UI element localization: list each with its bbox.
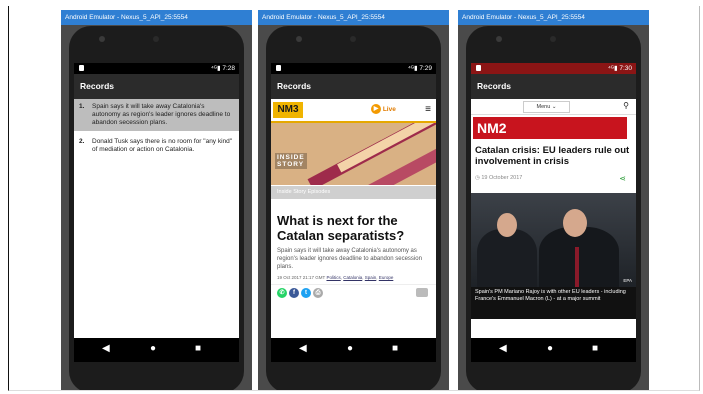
app-title: Records (271, 74, 436, 99)
speaker-icon (350, 36, 356, 42)
play-icon: ▶ (371, 104, 381, 115)
article-photo[interactable]: EPA (471, 193, 636, 287)
back-icon[interactable]: ◀ (102, 343, 110, 354)
status-time: 7:29 (419, 65, 432, 72)
tag-link[interactable]: Politics (326, 275, 340, 280)
record-number: 1. (79, 103, 85, 110)
emulator-window-1: Android Emulator - Nexus_5_API_25:5554 ⁴… (61, 10, 252, 390)
phone-screen: ⁴ᴳ▮ 7:28 Records 1. Spain says it will t… (74, 63, 239, 362)
record-item[interactable]: 2. Donald Tusk says there is no room for… (74, 134, 239, 158)
recents-icon[interactable]: ■ (392, 343, 398, 354)
emulator-window-3: Android Emulator - Nexus_5_API_25:5554 ⁴… (458, 10, 649, 390)
camera-icon (99, 36, 105, 42)
status-time: 7:28 (222, 65, 235, 72)
nm2-menu-bar: Menu ⌄ ⚲ (471, 99, 636, 115)
article-date-row: ◷ 19 October 2017 ⋖ (471, 167, 636, 183)
sd-card-icon (476, 65, 481, 71)
record-text: Donald Tusk says there is no room for "a… (92, 138, 233, 153)
phone-body: ⁴ᴳ▮ 7:29 Records NM3 ▶ Live ≡ INSIDE STOR… (266, 26, 441, 390)
nm3-logo[interactable]: NM3 (273, 102, 303, 118)
record-text: Spain says it will take away Catalonia's… (92, 103, 231, 126)
photo-caption: Spain's PM Mariano Rajoy is with other E… (471, 287, 636, 319)
phone-body: ⁴ᴳ▮ 7:28 Records 1. Spain says it will t… (69, 26, 244, 390)
inside-story-label: INSIDE STORY (275, 153, 307, 169)
android-nav-bar: ◀ ● ■ (271, 338, 436, 362)
status-bar: ⁴ᴳ▮ 7:30 (471, 63, 636, 74)
article-summary: Spain says it will take away Catalonia's… (277, 248, 422, 270)
phone-body: ⁴ᴳ▮ 7:30 Records Menu ⌄ ⚲ NM2 Catalan cr… (466, 26, 641, 390)
live-button[interactable]: ▶ Live (371, 104, 396, 115)
tag-link[interactable]: Spain (365, 275, 377, 280)
menu-button[interactable]: Menu ⌄ (523, 101, 570, 113)
speaker-icon (550, 36, 556, 42)
home-icon[interactable]: ● (150, 343, 156, 354)
record-number: 2. (79, 138, 85, 145)
camera-icon (496, 36, 502, 42)
sd-card-icon (79, 65, 84, 71)
photo-credit: EPA (623, 278, 632, 283)
episodes-label[interactable]: Inside Story Episodes (271, 186, 436, 199)
comment-icon[interactable] (416, 288, 428, 297)
status-bar: ⁴ᴳ▮ 7:28 (74, 63, 239, 74)
signal-battery-icon: ⁴ᴳ▮ (407, 65, 420, 72)
android-nav-bar: ◀ ● ■ (471, 338, 636, 362)
article-headline: Catalan crisis: EU leaders rule out invo… (475, 145, 630, 167)
whatsapp-icon[interactable]: ✆ (277, 288, 287, 298)
emulator-titlebar: Android Emulator - Nexus_5_API_25:5554 (61, 10, 252, 25)
emulator-titlebar: Android Emulator - Nexus_5_API_25:5554 (258, 10, 449, 25)
share-row: ✆ f t ⎙ (271, 284, 436, 301)
nm2-logo[interactable]: NM2 (473, 117, 627, 139)
app-title: Records (74, 74, 239, 99)
sd-card-icon (276, 65, 281, 71)
status-bar: ⁴ᴳ▮ 7:29 (271, 63, 436, 74)
phone-screen: ⁴ᴳ▮ 7:30 Records Menu ⌄ ⚲ NM2 Catalan cr… (471, 63, 636, 362)
tie (575, 247, 579, 287)
article-headline: What is next for the Catalan separatists… (277, 213, 405, 243)
back-icon[interactable]: ◀ (299, 343, 307, 354)
print-icon[interactable]: ⎙ (313, 288, 323, 298)
share-icon[interactable]: ⋖ (619, 174, 626, 183)
article-meta: 19 Oct 2017 21:17 GMT Politics, Cataloni… (277, 275, 394, 280)
home-icon[interactable]: ● (347, 343, 353, 354)
facebook-icon[interactable]: f (289, 288, 299, 298)
tag-link[interactable]: Europe (379, 275, 394, 280)
status-time: 7:30 (619, 65, 632, 72)
article-date: 19 October 2017 (481, 175, 523, 181)
article-date: 19 Oct 2017 21:17 GMT (277, 275, 326, 280)
signal-battery-icon: ⁴ᴳ▮ (607, 65, 620, 72)
android-nav-bar: ◀ ● ■ (74, 338, 239, 362)
app-title: Records (471, 74, 636, 99)
live-label: Live (382, 106, 396, 113)
recents-icon[interactable]: ■ (592, 343, 598, 354)
phone-screen: ⁴ᴳ▮ 7:29 Records NM3 ▶ Live ≡ INSIDE STOR… (271, 63, 436, 362)
tag-link[interactable]: Catalonia (343, 275, 362, 280)
record-item[interactable]: 1. Spain says it will take away Cataloni… (74, 99, 239, 131)
emulator-window-2: Android Emulator - Nexus_5_API_25:5554 ⁴… (258, 10, 449, 390)
camera-icon (296, 36, 302, 42)
twitter-icon[interactable]: t (301, 288, 311, 298)
menu-icon[interactable]: ≡ (425, 104, 431, 115)
emulator-titlebar: Android Emulator - Nexus_5_API_25:5554 (458, 10, 649, 25)
signal-battery-icon: ⁴ᴳ▮ (210, 65, 223, 72)
clock-icon: ◷ (475, 175, 480, 181)
nm3-header: NM3 ▶ Live ≡ (271, 99, 436, 123)
speaker-icon (153, 36, 159, 42)
recents-icon[interactable]: ■ (195, 343, 201, 354)
back-icon[interactable]: ◀ (499, 343, 507, 354)
search-icon[interactable]: ⚲ (623, 101, 629, 110)
inside-story-banner[interactable]: INSIDE STORY (271, 123, 436, 185)
home-icon[interactable]: ● (547, 343, 553, 354)
